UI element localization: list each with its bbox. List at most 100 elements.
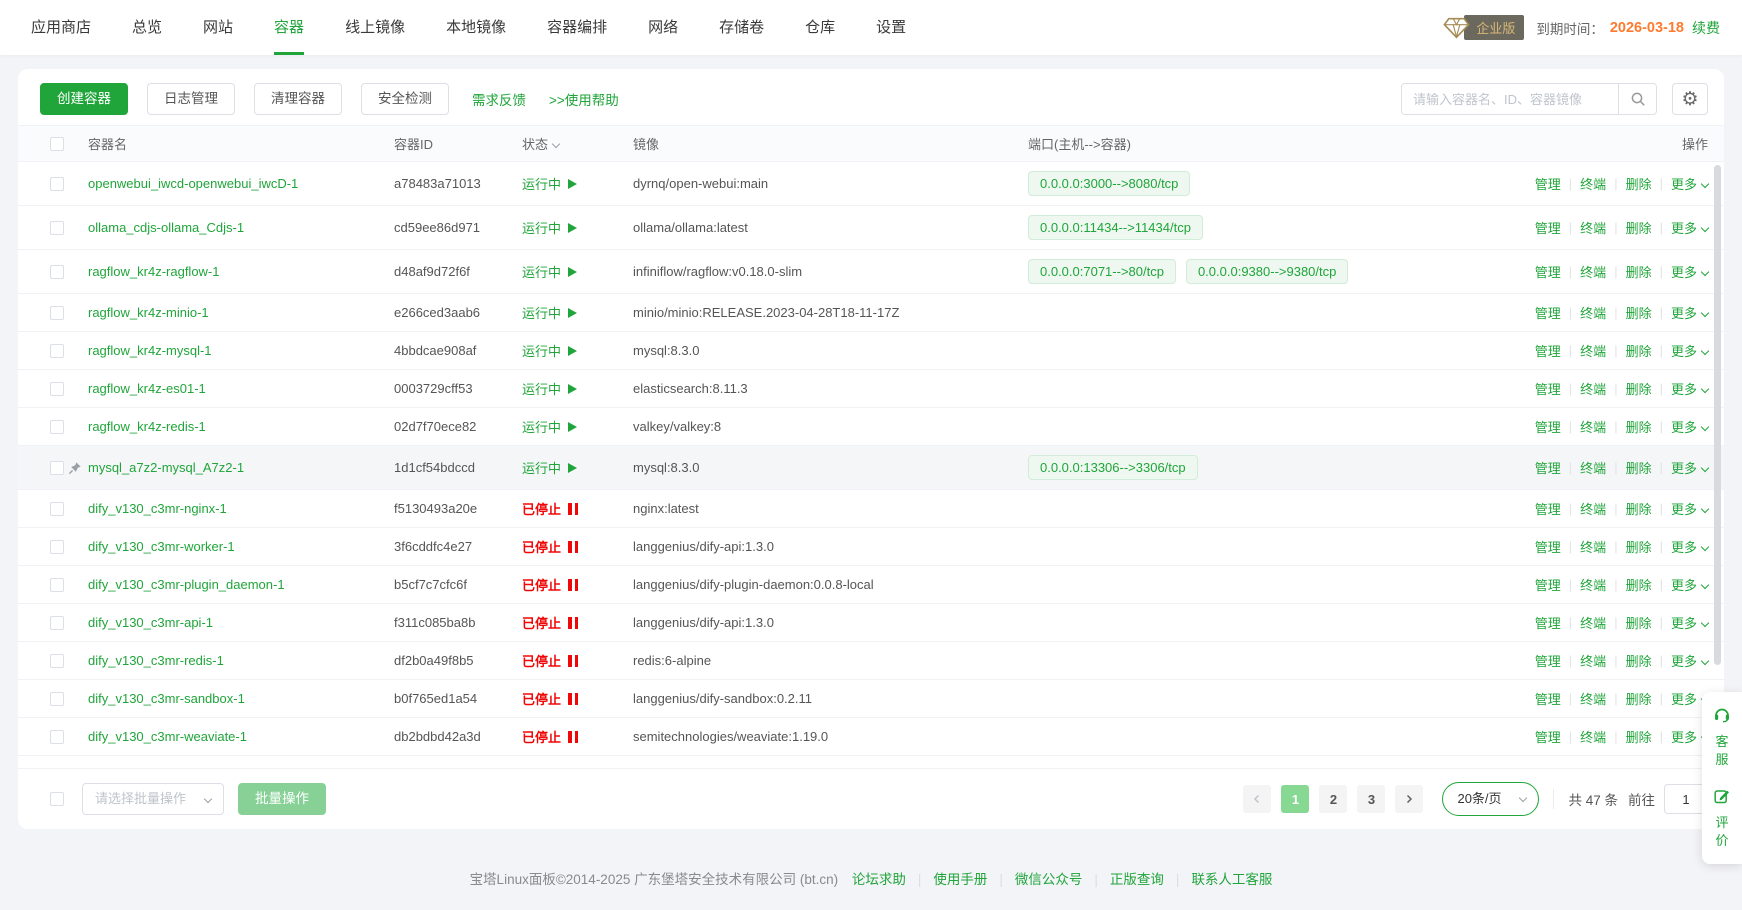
row-checkbox[interactable] <box>50 382 64 396</box>
page-button-2[interactable]: 2 <box>1319 785 1347 813</box>
action-terminal[interactable]: 终端 <box>1580 303 1606 322</box>
action-more[interactable]: 更多 <box>1671 651 1708 670</box>
row-checkbox[interactable] <box>50 654 64 668</box>
action-terminal[interactable]: 终端 <box>1580 537 1606 556</box>
play-icon[interactable] <box>568 267 577 277</box>
customer-service-button[interactable]: 客服 <box>1713 705 1731 768</box>
nav-item-containers[interactable]: 容器 <box>274 0 304 55</box>
action-terminal[interactable]: 终端 <box>1580 341 1606 360</box>
row-checkbox[interactable] <box>50 306 64 320</box>
row-checkbox[interactable] <box>50 730 64 744</box>
action-more[interactable]: 更多 <box>1671 417 1708 436</box>
action-manage[interactable]: 管理 <box>1535 651 1561 670</box>
action-manage[interactable]: 管理 <box>1535 575 1561 594</box>
action-terminal[interactable]: 终端 <box>1580 218 1606 237</box>
feedback-link[interactable]: 需求反馈 <box>472 89 526 109</box>
create-container-button[interactable]: 创建容器 <box>40 83 128 115</box>
play-icon[interactable] <box>568 308 577 318</box>
play-icon[interactable] <box>568 223 577 233</box>
action-manage[interactable]: 管理 <box>1535 499 1561 518</box>
log-manage-button[interactable]: 日志管理 <box>147 83 235 115</box>
action-manage[interactable]: 管理 <box>1535 689 1561 708</box>
nav-item-volumes[interactable]: 存储卷 <box>719 0 764 55</box>
container-name-link[interactable]: dify_v130_c3mr-sandbox-1 <box>88 691 245 706</box>
footer-link-4[interactable]: 联系人工客服 <box>1191 872 1272 887</box>
action-more[interactable]: 更多 <box>1671 262 1708 281</box>
action-terminal[interactable]: 终端 <box>1580 174 1606 193</box>
batch-operation-select[interactable]: 请选择批量操作 <box>82 783 224 815</box>
container-name-link[interactable]: dify_v130_c3mr-redis-1 <box>88 653 224 668</box>
nav-item-online-images[interactable]: 线上镜像 <box>345 0 405 55</box>
nav-item-website[interactable]: 网站 <box>203 0 233 55</box>
pause-icon[interactable] <box>568 617 578 629</box>
page-button-3[interactable]: 3 <box>1357 785 1385 813</box>
action-delete[interactable]: 删除 <box>1626 651 1652 670</box>
row-checkbox[interactable] <box>50 221 64 235</box>
container-name-link[interactable]: ragflow_kr4z-mysql-1 <box>88 343 212 358</box>
action-delete[interactable]: 删除 <box>1626 537 1652 556</box>
action-more[interactable]: 更多 <box>1671 303 1708 322</box>
row-checkbox[interactable] <box>50 177 64 191</box>
action-more[interactable]: 更多 <box>1671 575 1708 594</box>
nav-item-overview[interactable]: 总览 <box>132 0 162 55</box>
action-terminal[interactable]: 终端 <box>1580 575 1606 594</box>
gear-icon[interactable]: ⚙ <box>1672 83 1708 115</box>
action-manage[interactable]: 管理 <box>1535 727 1561 746</box>
row-checkbox[interactable] <box>50 616 64 630</box>
batch-select-all-checkbox[interactable] <box>50 792 64 806</box>
action-delete[interactable]: 删除 <box>1626 379 1652 398</box>
action-manage[interactable]: 管理 <box>1535 262 1561 281</box>
action-terminal[interactable]: 终端 <box>1580 689 1606 708</box>
pause-icon[interactable] <box>568 503 578 515</box>
action-more[interactable]: 更多 <box>1671 613 1708 632</box>
row-checkbox[interactable] <box>50 578 64 592</box>
action-terminal[interactable]: 终端 <box>1580 613 1606 632</box>
action-manage[interactable]: 管理 <box>1535 458 1561 477</box>
container-name-link[interactable]: dify_v130_c3mr-worker-1 <box>88 539 235 554</box>
container-name-link[interactable]: ragflow_kr4z-minio-1 <box>88 305 209 320</box>
action-terminal[interactable]: 终端 <box>1580 499 1606 518</box>
pause-icon[interactable] <box>568 541 578 553</box>
container-name-link[interactable]: dify_v130_c3mr-api-1 <box>88 615 213 630</box>
action-terminal[interactable]: 终端 <box>1580 651 1606 670</box>
action-more[interactable]: 更多 <box>1671 174 1708 193</box>
row-checkbox[interactable] <box>50 502 64 516</box>
nav-item-compose[interactable]: 容器编排 <box>547 0 607 55</box>
nav-item-repository[interactable]: 仓库 <box>805 0 835 55</box>
action-terminal[interactable]: 终端 <box>1580 379 1606 398</box>
pause-icon[interactable] <box>568 693 578 705</box>
action-manage[interactable]: 管理 <box>1535 218 1561 237</box>
play-icon[interactable] <box>568 346 577 356</box>
footer-link-2[interactable]: 微信公众号 <box>1015 872 1083 887</box>
pause-icon[interactable] <box>568 579 578 591</box>
action-manage[interactable]: 管理 <box>1535 174 1561 193</box>
action-delete[interactable]: 删除 <box>1626 303 1652 322</box>
container-name-link[interactable]: openwebui_iwcd-openwebui_iwcD-1 <box>88 176 298 191</box>
action-manage[interactable]: 管理 <box>1535 417 1561 436</box>
footer-link-1[interactable]: 使用手册 <box>933 872 987 887</box>
pause-icon[interactable] <box>568 655 578 667</box>
row-checkbox[interactable] <box>50 540 64 554</box>
page-size-select[interactable]: 20条/页 <box>1442 782 1539 816</box>
action-more[interactable]: 更多 <box>1671 499 1708 518</box>
action-delete[interactable]: 删除 <box>1626 341 1652 360</box>
container-name-link[interactable]: mysql_a7z2-mysql_A7z2-1 <box>88 460 244 475</box>
footer-link-3[interactable]: 正版查询 <box>1110 872 1164 887</box>
container-name-link[interactable]: ollama_cdjs-ollama_Cdjs-1 <box>88 220 244 235</box>
action-manage[interactable]: 管理 <box>1535 379 1561 398</box>
security-check-button[interactable]: 安全检测 <box>361 83 449 115</box>
batch-operation-button[interactable]: 批量操作 <box>238 783 326 815</box>
container-name-link[interactable]: dify_v130_c3mr-weaviate-1 <box>88 729 247 744</box>
row-checkbox[interactable] <box>50 461 64 475</box>
row-checkbox[interactable] <box>50 420 64 434</box>
action-delete[interactable]: 删除 <box>1626 613 1652 632</box>
action-terminal[interactable]: 终端 <box>1580 727 1606 746</box>
renew-link[interactable]: 续费 <box>1692 18 1720 38</box>
help-link[interactable]: >>使用帮助 <box>549 89 619 109</box>
play-icon[interactable] <box>568 422 577 432</box>
row-checkbox[interactable] <box>50 692 64 706</box>
action-delete[interactable]: 删除 <box>1626 458 1652 477</box>
search-icon[interactable] <box>1618 84 1656 114</box>
action-more[interactable]: 更多 <box>1671 537 1708 556</box>
action-delete[interactable]: 删除 <box>1626 417 1652 436</box>
